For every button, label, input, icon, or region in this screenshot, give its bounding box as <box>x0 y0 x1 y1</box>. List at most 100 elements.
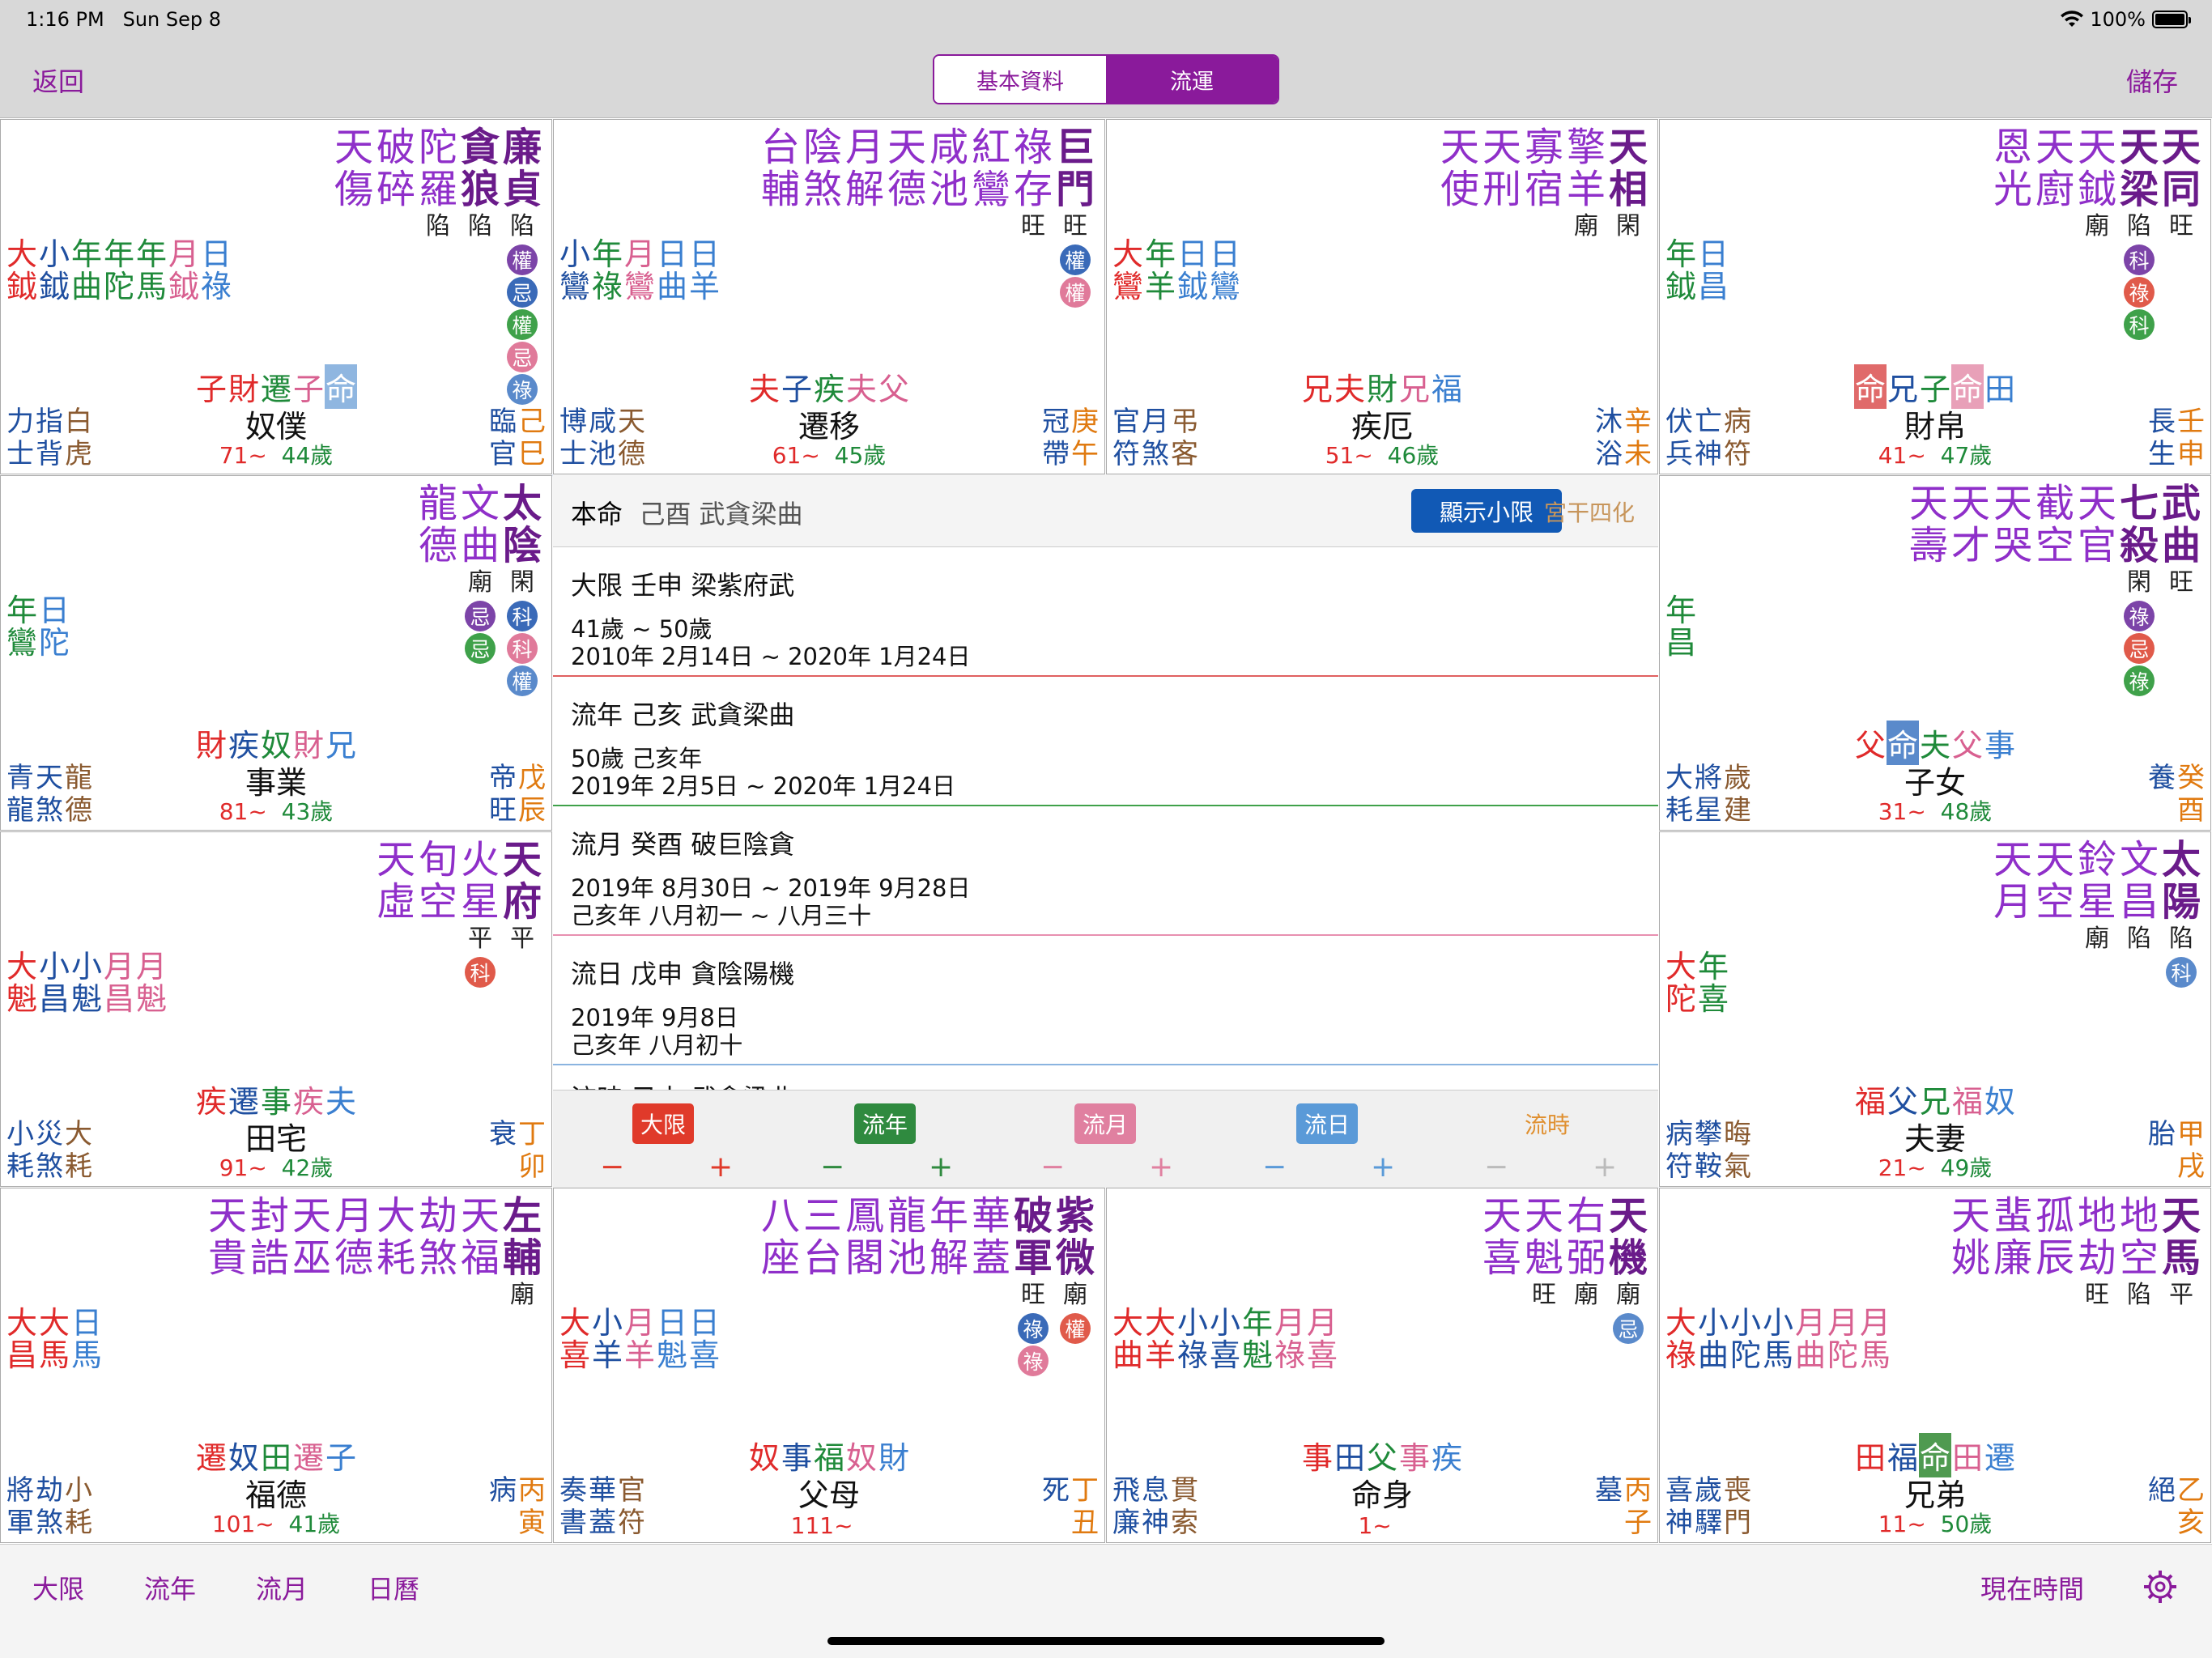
flow-prefix: 年 <box>103 236 134 272</box>
back-button[interactable]: 返回 <box>32 62 84 99</box>
star-name-bottom: 辰 <box>2035 1235 2074 1281</box>
liuri-chip[interactable]: 流日 <box>1296 1103 1358 1144</box>
palace-cell-xu[interactable]: 太陽陷科文昌陷鈴星廟天空天月大陀年喜福父兄福奴夫妻病符攀鞍晦氣胎甲戌 21~ 49… <box>1659 831 2211 1187</box>
flow-stars: 年鉞日昌 <box>1665 238 1729 303</box>
current-time-button[interactable]: 現在時間 <box>1980 1569 2084 1606</box>
flow-star-name: 曲 <box>656 269 687 304</box>
liunian-section[interactable]: 流年 己亥 武貪梁曲 50歲 己亥年 2019年 2月5日 ~ 2020年 1月… <box>553 677 1658 806</box>
star: 廉貞陷權忌權忌祿 <box>501 126 543 405</box>
flow-star-name: 喜 <box>1306 1337 1338 1373</box>
sihua-badge: 權 <box>507 309 538 340</box>
palace-cell-wei[interactable]: 天相閑擎羊廟寡宿天刑天使大鸞年羊日鉞日鸞兄夫財兄福疾厄官符月煞弔客沐浴辛未 51~… <box>1106 119 1658 474</box>
liunian-tab[interactable]: 流年 <box>144 1569 196 1606</box>
liuri-minus-button[interactable]: − <box>1262 1150 1287 1184</box>
gear-icon[interactable] <box>2142 1569 2178 1605</box>
flow-stars: 大祿小曲小陀小馬月曲月陀月馬 <box>1665 1307 1891 1371</box>
liuyue-section[interactable]: 流月 癸酉 破巨陰貪 2019年 8月30日 ~ 2019年 9月28日 己亥年… <box>553 806 1658 936</box>
star-name-top: 天 <box>1608 125 1648 170</box>
star-name-top: 天 <box>1440 125 1479 170</box>
star-list: 天機廟忌右弼廟天魁旺天喜 <box>1481 1195 1649 1344</box>
flow-star: 年陀 <box>103 238 135 303</box>
age-start: 81~ <box>219 798 267 825</box>
liushi-minus-button[interactable]: − <box>1484 1150 1508 1184</box>
liunian-chip[interactable]: 流年 <box>854 1103 916 1144</box>
daxian-section[interactable]: 大限 壬申 梁紫府武 41歲 ~ 50歲 2010年 2月14日 ~ 2020年… <box>553 547 1658 677</box>
star-brightness: 旺 <box>1063 212 1087 240</box>
sihua-badge: 祿 <box>2124 665 2155 696</box>
flow-star: 大鸞 <box>1112 238 1144 303</box>
stem-char: 丁 <box>518 1118 546 1150</box>
liunian-minus-button[interactable]: − <box>820 1150 844 1184</box>
flow-star: 小馬 <box>1762 1307 1794 1371</box>
daxian-tab[interactable]: 大限 <box>32 1569 84 1606</box>
star-name-top: 破 <box>376 125 415 170</box>
stem-char: 冠 <box>1042 406 1070 438</box>
palace-cell-shen[interactable]: 天同旺天梁陷科祿科天鉞廟天廚恩光年鉞日昌命兄子命田財帛伏兵亡神病符長生壬申 41~… <box>1659 119 2211 474</box>
star-name-top: 天 <box>1524 1193 1563 1239</box>
palace-sihua-button[interactable]: 宮干四化 <box>1544 495 1635 528</box>
star: 大耗 <box>375 1195 417 1312</box>
palace-cell-mao[interactable]: 天府平火星平科旬空天虛大魁小昌小魁月昌月魁疾遷事疾夫田宅小耗災煞大耗衰丁卯 91~… <box>0 831 552 1187</box>
palace-cell-you[interactable]: 武曲旺七殺閑祿忌祿天官截空天哭天才天壽年昌父命夫父事子女大耗將星歲建養癸酉 31~… <box>1659 475 2211 831</box>
flow-star-name: 魁 <box>135 981 167 1017</box>
star-name-bottom: 煞 <box>418 1235 457 1281</box>
flow-stars: 大陀年喜 <box>1665 950 1729 1015</box>
god-char: 力 <box>6 406 34 438</box>
star-name-bottom: 羅 <box>418 167 457 212</box>
star-name-top: 武 <box>2161 481 2201 526</box>
tab-fortune[interactable]: 流運 <box>1106 56 1278 103</box>
liuyue-chip[interactable]: 流月 <box>1074 1103 1136 1144</box>
star-name-bottom: 陰 <box>502 523 542 568</box>
star-name-top: 天 <box>1482 125 1521 170</box>
star-name-top: 文 <box>460 481 500 526</box>
star-name-top: 寡 <box>1524 125 1563 170</box>
god-char: 病 <box>1724 406 1751 438</box>
save-button[interactable]: 儲存 <box>2126 62 2178 99</box>
daxian-chip[interactable]: 大限 <box>632 1103 694 1144</box>
star: 文曲廟忌忌 <box>459 483 501 696</box>
star: 年解 <box>928 1195 970 1376</box>
palace-cell-chou[interactable]: 紫微廟權破軍旺祿祿華蓋年解龍池鳳閣三台八座大喜小羊月羊日魁日喜奴事福奴財父母奏書… <box>553 1188 1105 1543</box>
flow-star-name: 喜 <box>559 1337 590 1373</box>
palace-cell-si[interactable]: 廉貞陷權忌權忌祿貪狼陷陀羅陷破碎天傷大鉞小鉞年曲年陀年馬月鉞日祿子財遷子命奴僕力… <box>0 119 552 474</box>
flow-star-name: 鸞 <box>623 269 655 304</box>
liunian-plus-button[interactable]: + <box>929 1150 953 1184</box>
daxian-minus-button[interactable]: − <box>600 1150 624 1184</box>
god-char: 歲 <box>1724 762 1751 794</box>
liushi-chip[interactable]: 流時 <box>1516 1103 1578 1144</box>
sihua-badge: 科 <box>507 633 538 664</box>
liushi-section[interactable]: 流時 己未 武貪梁曲 <box>553 1065 1658 1090</box>
show-xiaoxian-button[interactable]: 顯示小限 <box>1411 489 1562 533</box>
liuri-plus-button[interactable]: + <box>1371 1150 1395 1184</box>
star-name-bottom: 鸞 <box>971 167 1010 212</box>
flow-prefix: 小 <box>38 949 70 984</box>
current-age: 49歲 <box>1940 1154 1993 1181</box>
star-name-top: 文 <box>2119 837 2159 882</box>
stem-char: 病 <box>489 1474 517 1507</box>
star-name-top: 月 <box>334 1193 373 1239</box>
calendar-tab[interactable]: 日曆 <box>368 1569 419 1606</box>
palace-cell-hai[interactable]: 天馬平地空陷地劫旺孤辰蜚廉天姚大祿小曲小陀小馬月曲月陀月馬田福命田遷兄弟喜神歲驛… <box>1659 1188 2211 1543</box>
daxian-plus-button[interactable]: + <box>708 1150 733 1184</box>
liuri-section[interactable]: 流日 戊申 貪陰陽機 2019年 9月8日 己亥年 八月初十 <box>553 936 1658 1065</box>
liuyue-tab[interactable]: 流月 <box>256 1569 308 1606</box>
flow-prefix: 大 <box>6 1305 37 1341</box>
palace-cell-chen[interactable]: 太陰閑科科權文曲廟忌忌龍德年鸞日陀財疾奴財兄事業青龍天煞龍德帝旺戊辰 81~ 43… <box>0 475 552 831</box>
palace-cell-wu[interactable]: 巨門旺權權祿存旺紅鸞咸池天德月解陰煞台輔小鸞年祿月鸞日曲日羊夫子疾夫父遷移博士咸… <box>553 119 1105 474</box>
liuyue-minus-button[interactable]: − <box>1040 1150 1065 1184</box>
star-name-top: 天 <box>887 125 926 170</box>
flow-star: 大鉞 <box>6 238 38 303</box>
liushi-plus-button[interactable]: + <box>1593 1150 1617 1184</box>
star-brightness: 廟 <box>1063 1281 1087 1309</box>
star-name-bottom: 姚 <box>1950 1235 1990 1281</box>
star-name-top: 月 <box>844 125 884 170</box>
liuyue-plus-button[interactable]: + <box>1149 1150 1173 1184</box>
god-char: 龍 <box>65 762 92 794</box>
star-brightness: 廟 <box>468 568 492 597</box>
tab-basic-info[interactable]: 基本資料 <box>934 56 1106 103</box>
star-name-bottom: 相 <box>1608 167 1648 212</box>
star: 天壽 <box>1908 483 1950 696</box>
palace-cell-yin[interactable]: 左輔廟天福劫煞大耗月德天巫封誥天貴大昌大馬日馬遷奴田遷子福德將軍劫煞小耗病丙寅 1… <box>0 1188 552 1543</box>
palace-cell-zi[interactable]: 天機廟忌右弼廟天魁旺天喜大曲大羊小祿小喜年魁月祿月喜事田父事疾命身飛廉息神貫索墓… <box>1106 1188 1658 1543</box>
flow-star-name: 魁 <box>656 1337 687 1373</box>
